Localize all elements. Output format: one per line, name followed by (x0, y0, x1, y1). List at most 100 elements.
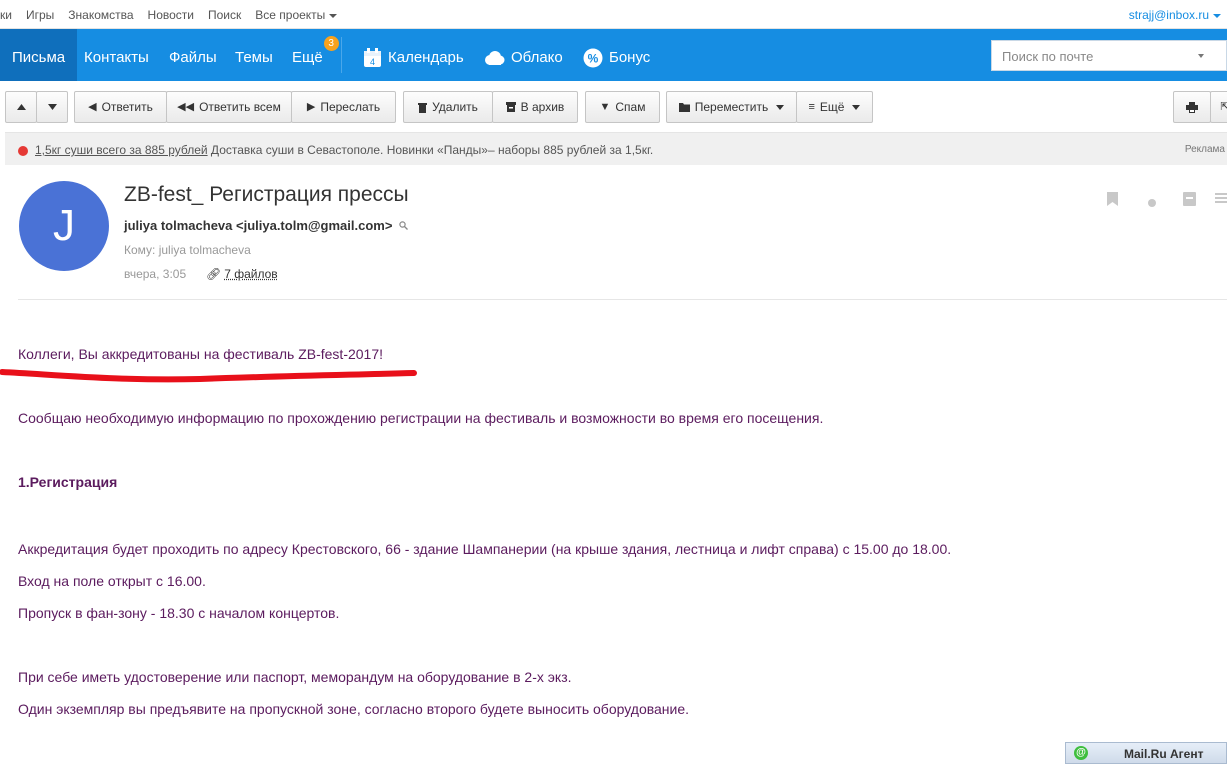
delete-label: Удалить (432, 100, 478, 114)
chevron-down-icon[interactable] (1198, 54, 1204, 58)
chevron-down-icon (852, 104, 861, 110)
body-line-documents: При себе иметь удостоверение или паспорт… (18, 669, 572, 685)
user-menu[interactable]: strajj@inbox.ru (1129, 8, 1221, 22)
reply-icon: ◀ (88, 101, 97, 113)
bookmark-icon[interactable] (1107, 192, 1118, 209)
calendar-icon: 4 (364, 48, 381, 68)
main-nav: Письма Контакты Файлы Темы Ещё 3 4 Кален… (0, 29, 1227, 81)
reply-button[interactable]: ◀ Ответить (74, 91, 167, 123)
body-line-fanzone: Пропуск в фан-зону - 18.30 с началом кон… (18, 605, 340, 621)
forward-button[interactable]: ▶ Переслать (291, 91, 396, 123)
cloud-icon (485, 51, 505, 66)
portal-link-all-projects[interactable]: Все проекты (255, 8, 338, 22)
nav-tab-themes[interactable]: Темы (235, 29, 273, 81)
forward-icon: ▶ (306, 101, 316, 113)
body-line-address: Аккредитация будет проходить по адресу К… (18, 541, 952, 557)
portal-link-dating[interactable]: Знакомства (68, 8, 133, 22)
archive-label: В архив (520, 100, 565, 114)
red-underline-annotation (0, 369, 417, 383)
trash-icon (418, 102, 428, 113)
chevron-down-icon (776, 104, 785, 110)
message-toolbar: ◀ Ответить ◀◀ Ответить всем ▶ Переслать Уда… (0, 81, 1227, 132)
attachments-link[interactable]: 🔗︎ 7 файлов (206, 267, 278, 281)
paperclip-icon: 🔗︎ (206, 267, 222, 281)
message-recipient: Кому: juliya tolmacheva (124, 243, 251, 257)
ad-text: 1,5кг суши всего за 885 рублей Доставка … (35, 143, 653, 157)
calendar-day: 4 (370, 57, 375, 67)
spam-button[interactable]: ▼ Спам (585, 91, 660, 123)
reply-all-label: Ответить всем (199, 100, 281, 114)
chevron-down-icon (1213, 13, 1221, 18)
thumbs-down-icon: ▼ (599, 101, 611, 113)
calendar-label: Календарь (388, 49, 464, 66)
agent-icon: @ (1074, 746, 1088, 760)
ad-dot-icon (18, 146, 28, 156)
sender-name: juliya tolmacheva <juliya.tolm@gmail.com… (124, 218, 393, 233)
svg-text:%: % (588, 52, 599, 66)
more-label: Ещё (819, 100, 845, 114)
ad-banner[interactable]: 1,5кг суши всего за 885 рублей Доставка … (5, 132, 1227, 165)
folder-icon (678, 102, 690, 112)
portal-links: ки Игры Знакомства Новости Поиск Все про… (0, 8, 351, 22)
portal-link-partial[interactable]: ки (0, 8, 12, 22)
print-button[interactable] (1173, 91, 1211, 123)
delete-button[interactable]: Удалить (403, 91, 493, 123)
nav-tab-files[interactable]: Файлы (169, 29, 217, 81)
ad-description: Доставка суши в Севастополе. Новинки «Па… (207, 143, 654, 157)
message-subject: ZB-fest_ Регистрация прессы (124, 183, 409, 206)
cloud-label: Облако (511, 49, 563, 66)
body-line-entry: Вход на поле открыт с 16.00. (18, 573, 206, 589)
more-actions-button[interactable]: ≡ Ещё (796, 91, 873, 123)
move-button[interactable]: Переместить (666, 91, 797, 123)
chevron-down-icon (329, 13, 338, 18)
all-projects-label: Все проекты (255, 8, 326, 22)
sender-avatar: J (19, 181, 109, 271)
nav-calendar[interactable]: 4 Календарь (363, 29, 464, 81)
next-message-button[interactable] (36, 91, 68, 123)
portal-link-search[interactable]: Поиск (208, 8, 241, 22)
ad-link[interactable]: 1,5кг суши всего за 885 рублей (35, 143, 208, 157)
body-line-equipment: Один экземпляр вы предъявите на пропускн… (18, 701, 690, 717)
nav-tab-contacts[interactable]: Контакты (84, 29, 149, 81)
nav-divider (341, 37, 342, 73)
message-sender[interactable]: juliya tolmacheva <juliya.tolm@gmail.com… (124, 218, 409, 233)
header-divider (18, 299, 1227, 300)
portal-link-news[interactable]: Новости (148, 8, 194, 22)
archive-button[interactable]: В архив (492, 91, 578, 123)
forward-label: Переслать (320, 100, 381, 114)
nav-bonus[interactable]: % Бонус (583, 29, 650, 81)
reply-label: Ответить (101, 100, 153, 114)
nav-tab-more[interactable]: Ещё 3 (292, 29, 339, 81)
body-line-info: Сообщаю необходимую информацию по прохож… (18, 410, 824, 426)
nav-tab-letters[interactable]: Письма (0, 29, 78, 81)
arrow-up-icon (16, 104, 26, 110)
bonus-icon: % (583, 48, 603, 68)
move-label: Переместить (694, 100, 769, 114)
reply-all-button[interactable]: ◀◀ Ответить всем (166, 91, 292, 123)
portal-bar: ки Игры Знакомства Новости Поиск Все про… (0, 0, 1227, 29)
notification-badge: 3 (323, 36, 339, 51)
print-icon (1186, 101, 1198, 113)
nav-cloud[interactable]: Облако (483, 29, 563, 81)
list-icon: ≡ (808, 101, 815, 113)
portal-link-games[interactable]: Игры (26, 8, 54, 22)
message-date: вчера, 3:05 (124, 267, 187, 281)
bonus-label: Бонус (609, 49, 651, 66)
unread-dot-icon[interactable] (1148, 195, 1156, 210)
reply-all-icon: ◀◀ (177, 101, 195, 113)
user-email: strajj@inbox.ru (1128, 8, 1209, 22)
prev-message-button[interactable] (5, 91, 37, 123)
expand-button[interactable]: ⇱ (1210, 91, 1227, 123)
body-heading-registration: 1.Регистрация (18, 474, 118, 490)
ad-label: Реклама (1184, 144, 1225, 155)
body-line-accredited: Коллеги, Вы аккредитованы на фестиваль Z… (18, 346, 384, 362)
attachments-count: 7 файлов (224, 267, 278, 281)
menu-icon[interactable] (1215, 192, 1227, 207)
arrow-down-icon (47, 104, 57, 110)
magnifier-icon[interactable] (399, 221, 409, 230)
archive-small-icon[interactable] (1183, 192, 1196, 209)
search-placeholder: Поиск по почте (1002, 49, 1094, 64)
mail-search-input[interactable]: Поиск по почте (991, 40, 1227, 71)
archive-icon (505, 102, 516, 112)
agent-label: Mail.Ru Агент (1124, 747, 1204, 761)
